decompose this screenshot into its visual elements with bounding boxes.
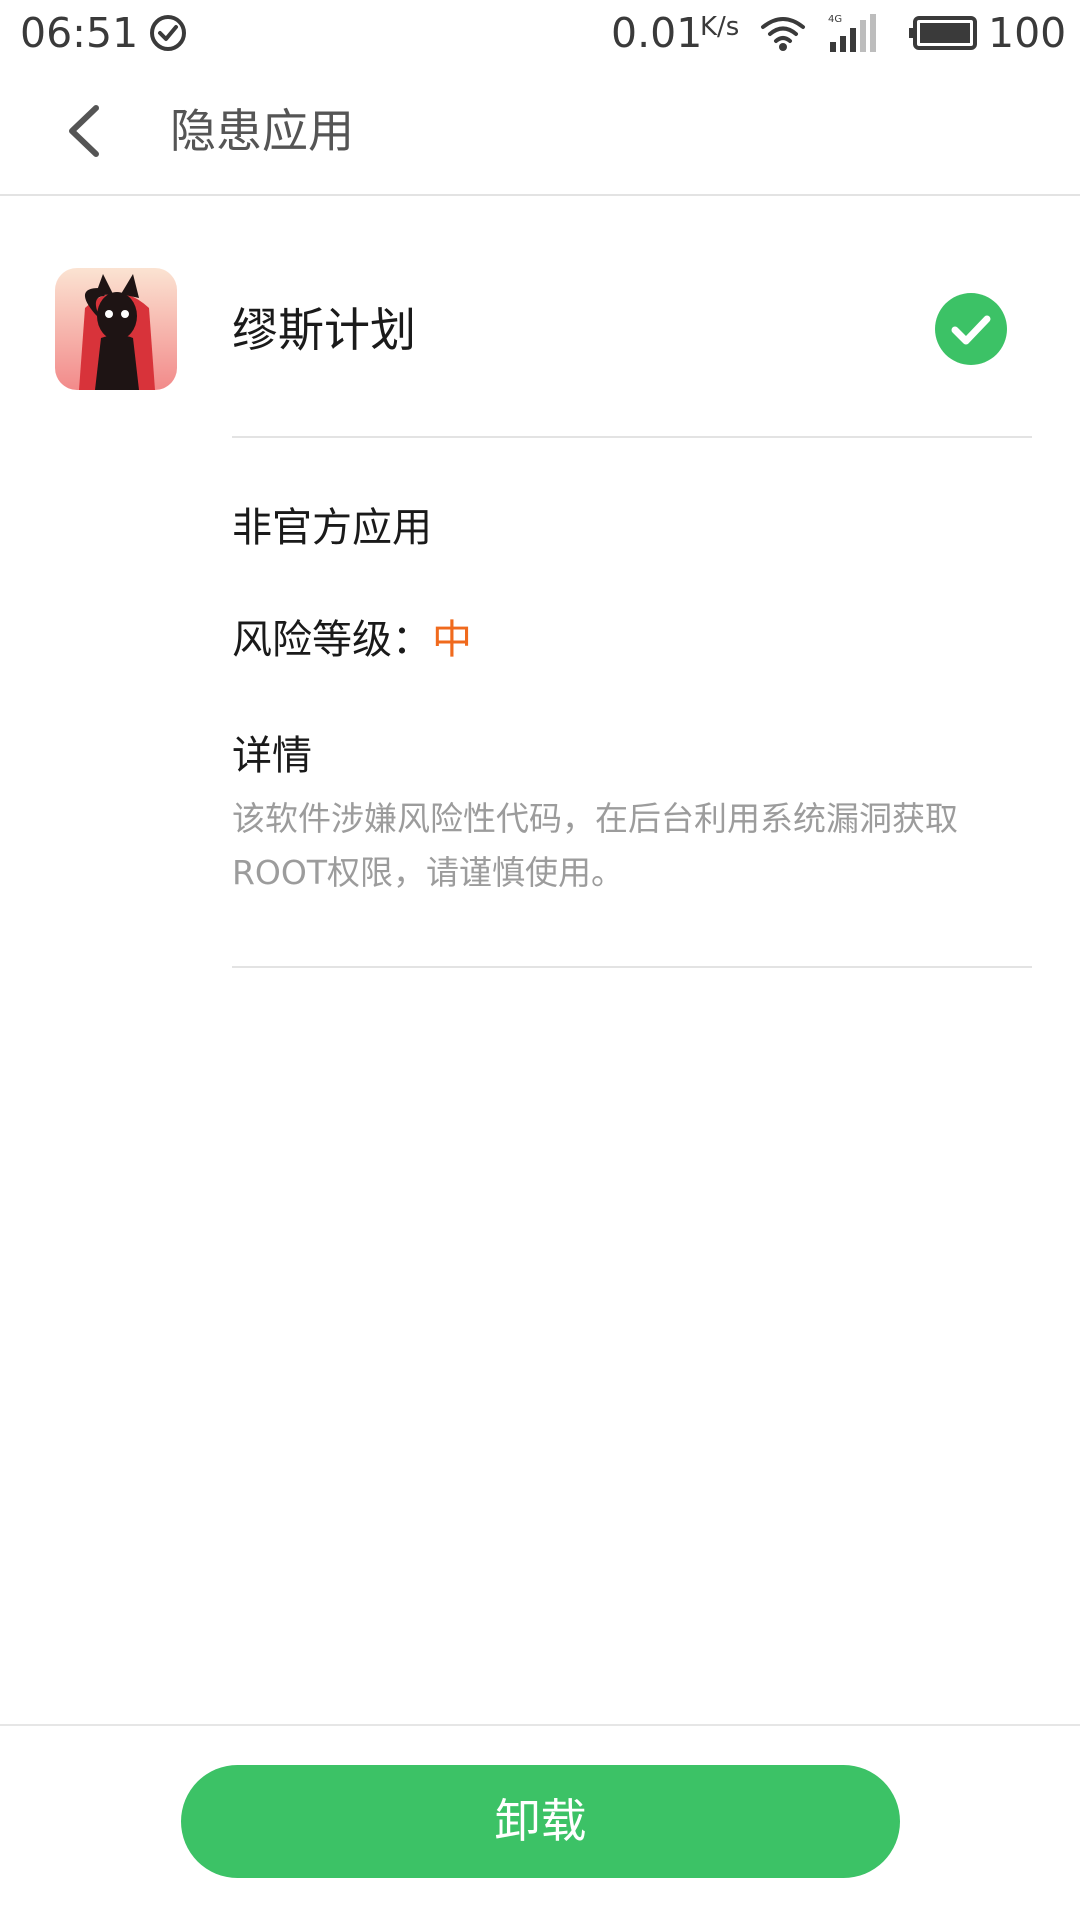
details-title: 详情: [232, 733, 312, 779]
status-net-unit: K/s: [700, 12, 740, 42]
app-icon: [55, 268, 177, 390]
source-label: 非官方应用: [232, 505, 432, 551]
chevron-left-icon[interactable]: [52, 96, 122, 166]
app-name: 缪斯计划: [232, 303, 416, 357]
battery-icon: [909, 16, 977, 50]
status-bar: 06:51 0.01 K/s 4G 100: [0, 0, 1080, 66]
risk-level-label: 风险等级：: [232, 617, 432, 663]
screen: 06:51 0.01 K/s 4G 100 隐患应用 缪斯计划 非官方应用 风险…: [0, 0, 1080, 1920]
wifi-icon: [761, 17, 805, 51]
uninstall-button[interactable]: 卸载: [181, 1765, 900, 1878]
risk-level-value: 中: [432, 617, 472, 663]
status-battery-level: 100: [988, 9, 1067, 57]
check-circle-icon: [150, 15, 186, 51]
risk-level-row: 风险等级：中: [232, 612, 472, 668]
status-time: 06:51: [20, 9, 139, 57]
page-title: 隐患应用: [170, 104, 354, 158]
bottom-divider: [0, 1724, 1080, 1726]
status-net-speed: 0.01: [611, 9, 703, 57]
signal-4g-icon: 4G: [828, 14, 876, 52]
divider: [232, 966, 1032, 968]
svg-text:4G: 4G: [828, 14, 842, 25]
title-bar: 隐患应用: [0, 66, 1080, 196]
selected-check-icon[interactable]: [934, 292, 1008, 366]
details-text: 该软件涉嫌风险性代码，在后台利用系统漏洞获取ROOT权限，请谨慎使用。: [232, 799, 958, 892]
divider: [232, 436, 1032, 438]
